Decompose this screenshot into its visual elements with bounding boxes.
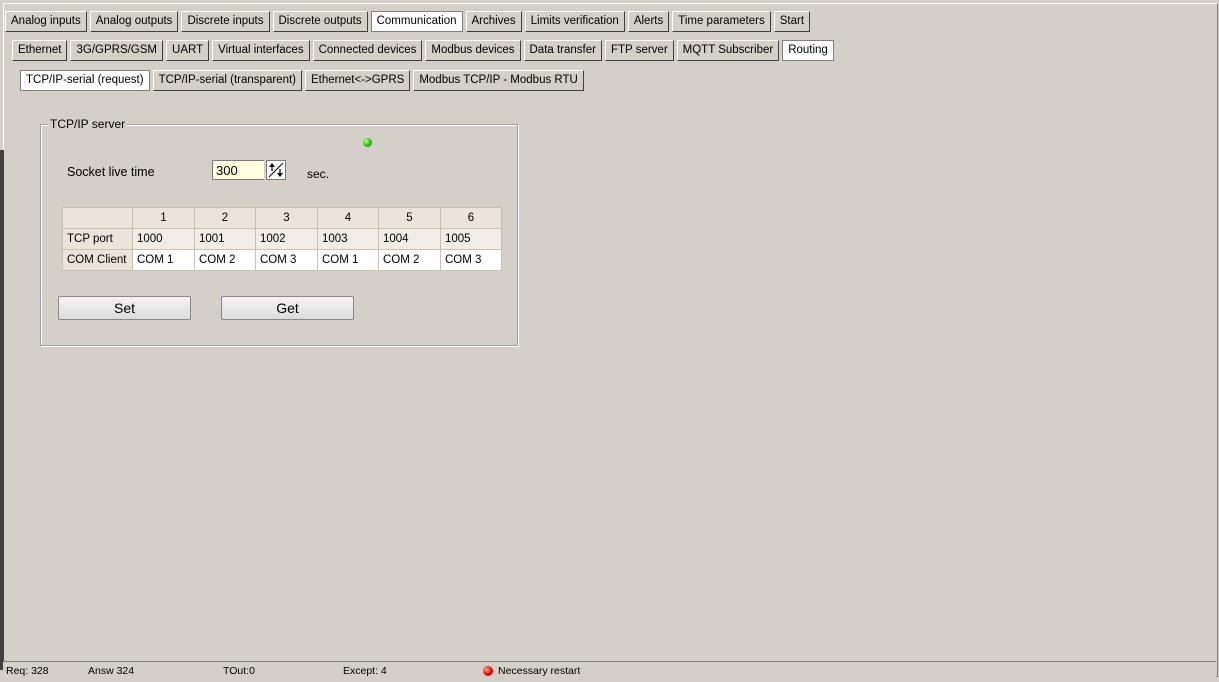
row-label: TCP port: [62, 228, 133, 250]
tab-main-0[interactable]: Analog inputs: [5, 11, 87, 32]
table-row-tcp-port: TCP port 1000 1001 1002 1003 1004 1005: [62, 228, 502, 250]
tab-comm-2[interactable]: UART: [166, 40, 210, 61]
status-led-icon: [363, 138, 372, 147]
table-cell[interactable]: COM 3: [255, 249, 318, 271]
table-header-cell: 5: [378, 207, 441, 229]
spin-arrows-icon: [268, 162, 284, 178]
tab-row-main: Analog inputs Analog outputs Discrete inpu…: [5, 11, 813, 32]
tab-comm-5[interactable]: Modbus devices: [425, 40, 521, 61]
row-label: COM Client: [62, 249, 133, 271]
socket-live-time-input[interactable]: [212, 160, 264, 180]
status-restart: Necessary restart: [498, 665, 581, 677]
status-except: Except: 4: [343, 665, 387, 677]
table-cell[interactable]: COM 2: [194, 249, 256, 271]
status-bar: Req: 328 Answ 324 TOut:0 Except: 4 Neces…: [3, 661, 1216, 680]
tab-comm-8[interactable]: MQTT Subscriber: [676, 40, 780, 61]
tab-main-2[interactable]: Discrete inputs: [181, 11, 270, 32]
tab-comm-1[interactable]: 3G/GPRS/GSM: [70, 40, 164, 61]
tab-comm-9[interactable]: Routing: [782, 40, 834, 61]
port-table: 1 2 3 4 5 6 TCP port 1000 1001 1002 1003…: [62, 207, 502, 271]
tab-main-4[interactable]: Communication: [370, 11, 463, 32]
spin-button[interactable]: [266, 160, 286, 180]
table-cell[interactable]: 1002: [255, 228, 318, 250]
tab-comm-3[interactable]: Virtual interfaces: [212, 40, 310, 61]
table-header-cell: 3: [255, 207, 318, 229]
table-cell[interactable]: 1004: [378, 228, 441, 250]
table-cell[interactable]: COM 1: [317, 249, 379, 271]
tab-routing-1[interactable]: TCP/IP-serial (transparent): [152, 70, 302, 91]
table-row-com-client: COM Client COM 1 COM 2 COM 3 COM 1 COM 2…: [62, 249, 502, 271]
table-cell[interactable]: COM 1: [132, 249, 195, 271]
tab-routing-0[interactable]: TCP/IP-serial (request): [20, 70, 150, 91]
table-header-cell: 1: [132, 207, 195, 229]
get-button[interactable]: Get: [221, 296, 354, 320]
table-header-cell: 6: [440, 207, 502, 229]
table-header-cell: 2: [194, 207, 256, 229]
status-req: Req: 328: [6, 665, 49, 677]
status-answ: Answ 324: [88, 665, 135, 677]
tab-comm-6[interactable]: Data transfer: [523, 40, 602, 61]
table-cell[interactable]: 1001: [194, 228, 256, 250]
socket-live-time-label: Socket live time: [67, 165, 155, 179]
tab-routing-2[interactable]: Ethernet<->GPRS: [305, 70, 411, 91]
sec-unit-label: sec.: [307, 167, 330, 181]
tab-main-7[interactable]: Alerts: [627, 11, 670, 32]
tab-main-6[interactable]: Limits verification: [524, 11, 625, 32]
status-tout: TOut:0: [223, 665, 255, 677]
table-cell[interactable]: 1005: [440, 228, 502, 250]
table-cell[interactable]: 1003: [317, 228, 379, 250]
tab-main-1[interactable]: Analog outputs: [89, 11, 179, 32]
restart-led-icon: [483, 666, 493, 676]
tab-main-3[interactable]: Discrete outputs: [272, 11, 368, 32]
table-cell[interactable]: COM 2: [378, 249, 441, 271]
tab-main-8[interactable]: Time parameters: [672, 11, 771, 32]
tab-main-9[interactable]: Start: [773, 11, 811, 32]
tab-routing-3[interactable]: Modbus TCP/IP - Modbus RTU: [413, 70, 584, 91]
tab-row-communication: Ethernet 3G/GPRS/GSM UART Virtual interface…: [12, 40, 837, 61]
left-edge: [0, 150, 4, 670]
table-header-cell: 4: [317, 207, 379, 229]
tab-main-5[interactable]: Archives: [465, 11, 522, 32]
set-button[interactable]: Set: [58, 296, 191, 320]
tab-row-routing: TCP/IP-serial (request) TCP/IP-serial (tr…: [20, 70, 587, 91]
table-cell[interactable]: COM 3: [440, 249, 502, 271]
table-cell[interactable]: 1000: [132, 228, 195, 250]
group-title: TCP/IP server: [48, 117, 128, 131]
tab-comm-4[interactable]: Connected devices: [312, 40, 423, 61]
tab-comm-7[interactable]: FTP server: [604, 40, 674, 61]
table-header-cell: [62, 207, 133, 229]
tab-comm-0[interactable]: Ethernet: [12, 40, 68, 61]
table-header-row: 1 2 3 4 5 6: [62, 207, 502, 229]
